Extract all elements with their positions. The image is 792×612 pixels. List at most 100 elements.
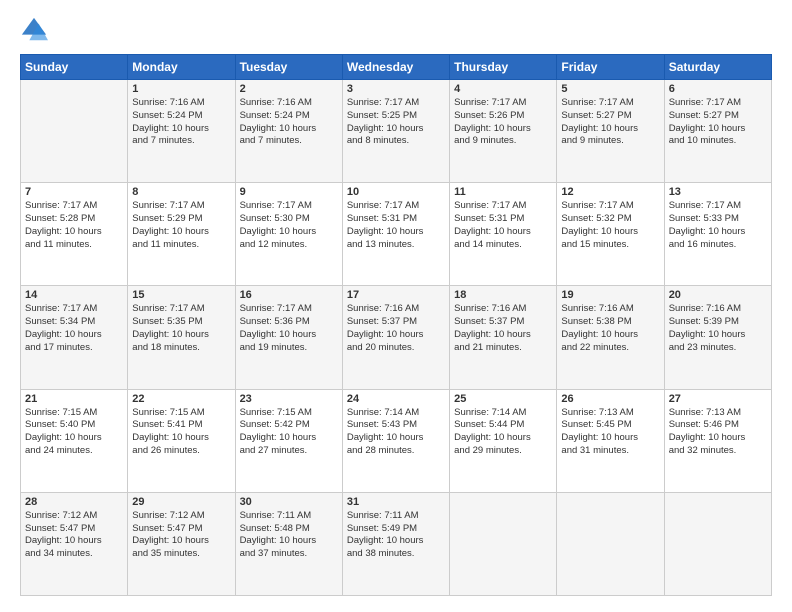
day-number: 12 — [561, 186, 659, 198]
header-cell-monday: Monday — [128, 55, 235, 80]
day-info: Sunrise: 7:13 AMSunset: 5:45 PMDaylight:… — [561, 407, 659, 458]
day-cell: 22 Sunrise: 7:15 AMSunset: 5:41 PMDayligh… — [128, 389, 235, 492]
day-cell: 18 Sunrise: 7:16 AMSunset: 5:37 PMDayligh… — [450, 286, 557, 389]
day-number: 15 — [132, 289, 230, 301]
day-number: 22 — [132, 393, 230, 405]
week-row-2: 7 Sunrise: 7:17 AMSunset: 5:28 PMDaylight… — [21, 183, 772, 286]
day-cell — [664, 492, 771, 595]
day-number: 17 — [347, 289, 445, 301]
logo-icon — [20, 16, 48, 44]
day-number: 1 — [132, 83, 230, 95]
day-info: Sunrise: 7:17 AMSunset: 5:34 PMDaylight:… — [25, 303, 123, 354]
header-cell-tuesday: Tuesday — [235, 55, 342, 80]
day-number: 27 — [669, 393, 767, 405]
day-number: 29 — [132, 496, 230, 508]
header-cell-saturday: Saturday — [664, 55, 771, 80]
day-cell: 23 Sunrise: 7:15 AMSunset: 5:42 PMDayligh… — [235, 389, 342, 492]
day-number: 13 — [669, 186, 767, 198]
week-row-5: 28 Sunrise: 7:12 AMSunset: 5:47 PMDayligh… — [21, 492, 772, 595]
day-number: 28 — [25, 496, 123, 508]
day-cell — [21, 80, 128, 183]
day-cell: 27 Sunrise: 7:13 AMSunset: 5:46 PMDayligh… — [664, 389, 771, 492]
day-number: 30 — [240, 496, 338, 508]
day-cell: 15 Sunrise: 7:17 AMSunset: 5:35 PMDayligh… — [128, 286, 235, 389]
day-cell: 11 Sunrise: 7:17 AMSunset: 5:31 PMDayligh… — [450, 183, 557, 286]
day-number: 16 — [240, 289, 338, 301]
day-cell: 19Sunrise: 7:16 AMSunset: 5:38 PMDayligh… — [557, 286, 664, 389]
day-cell: 28Sunrise: 7:12 AMSunset: 5:47 PMDayligh… — [21, 492, 128, 595]
day-info: Sunrise: 7:17 AMSunset: 5:36 PMDaylight:… — [240, 303, 338, 354]
day-info: Sunrise: 7:17 AMSunset: 5:27 PMDaylight:… — [669, 97, 767, 148]
day-info: Sunrise: 7:17 AMSunset: 5:28 PMDaylight:… — [25, 200, 123, 251]
day-cell: 29 Sunrise: 7:12 AMSunset: 5:47 PMDayligh… — [128, 492, 235, 595]
day-number: 31 — [347, 496, 445, 508]
day-info: Sunrise: 7:15 AMSunset: 5:42 PMDaylight:… — [240, 407, 338, 458]
day-cell: 12 Sunrise: 7:17 AMSunset: 5:32 PMDayligh… — [557, 183, 664, 286]
day-number: 11 — [454, 186, 552, 198]
week-row-4: 21Sunrise: 7:15 AMSunset: 5:40 PMDayligh… — [21, 389, 772, 492]
day-info: Sunrise: 7:17 AMSunset: 5:31 PMDaylight:… — [347, 200, 445, 251]
day-info: Sunrise: 7:15 AMSunset: 5:41 PMDaylight:… — [132, 407, 230, 458]
day-number: 4 — [454, 83, 552, 95]
day-cell: 6Sunrise: 7:17 AMSunset: 5:27 PMDaylight… — [664, 80, 771, 183]
day-info: Sunrise: 7:16 AMSunset: 5:37 PMDaylight:… — [454, 303, 552, 354]
day-cell: 26 Sunrise: 7:13 AMSunset: 5:45 PMDayligh… — [557, 389, 664, 492]
day-number: 5 — [561, 83, 659, 95]
day-info: Sunrise: 7:11 AMSunset: 5:49 PMDaylight:… — [347, 510, 445, 561]
day-number: 8 — [132, 186, 230, 198]
day-cell: 14Sunrise: 7:17 AMSunset: 5:34 PMDayligh… — [21, 286, 128, 389]
day-cell — [450, 492, 557, 595]
day-cell — [557, 492, 664, 595]
day-number: 26 — [561, 393, 659, 405]
day-info: Sunrise: 7:17 AMSunset: 5:32 PMDaylight:… — [561, 200, 659, 251]
header-cell-friday: Friday — [557, 55, 664, 80]
day-cell: 2Sunrise: 7:16 AMSunset: 5:24 PMDaylight… — [235, 80, 342, 183]
day-info: Sunrise: 7:14 AMSunset: 5:44 PMDaylight:… — [454, 407, 552, 458]
day-info: Sunrise: 7:17 AMSunset: 5:30 PMDaylight:… — [240, 200, 338, 251]
day-number: 18 — [454, 289, 552, 301]
day-number: 7 — [25, 186, 123, 198]
day-number: 20 — [669, 289, 767, 301]
day-cell: 1 Sunrise: 7:16 AMSunset: 5:24 PMDaylight… — [128, 80, 235, 183]
day-info: Sunrise: 7:17 AMSunset: 5:31 PMDaylight:… — [454, 200, 552, 251]
day-info: Sunrise: 7:16 AMSunset: 5:39 PMDaylight:… — [669, 303, 767, 354]
day-number: 23 — [240, 393, 338, 405]
day-cell: 8Sunrise: 7:17 AMSunset: 5:29 PMDaylight… — [128, 183, 235, 286]
day-cell: 25 Sunrise: 7:14 AMSunset: 5:44 PMDayligh… — [450, 389, 557, 492]
week-row-3: 14Sunrise: 7:17 AMSunset: 5:34 PMDayligh… — [21, 286, 772, 389]
day-cell: 30 Sunrise: 7:11 AMSunset: 5:48 PMDayligh… — [235, 492, 342, 595]
day-number: 2 — [240, 83, 338, 95]
day-info: Sunrise: 7:15 AMSunset: 5:40 PMDaylight:… — [25, 407, 123, 458]
day-number: 24 — [347, 393, 445, 405]
day-info: Sunrise: 7:13 AMSunset: 5:46 PMDaylight:… — [669, 407, 767, 458]
day-info: Sunrise: 7:16 AMSunset: 5:37 PMDaylight:… — [347, 303, 445, 354]
day-cell: 17 Sunrise: 7:16 AMSunset: 5:37 PMDayligh… — [342, 286, 449, 389]
day-info: Sunrise: 7:12 AMSunset: 5:47 PMDaylight:… — [132, 510, 230, 561]
day-info: Sunrise: 7:16 AMSunset: 5:24 PMDaylight:… — [132, 97, 230, 148]
day-cell: 21Sunrise: 7:15 AMSunset: 5:40 PMDayligh… — [21, 389, 128, 492]
day-info: Sunrise: 7:17 AMSunset: 5:35 PMDaylight:… — [132, 303, 230, 354]
day-cell: 24 Sunrise: 7:14 AMSunset: 5:43 PMDayligh… — [342, 389, 449, 492]
day-number: 10 — [347, 186, 445, 198]
header-cell-thursday: Thursday — [450, 55, 557, 80]
day-number: 3 — [347, 83, 445, 95]
header-cell-wednesday: Wednesday — [342, 55, 449, 80]
day-number: 19 — [561, 289, 659, 301]
day-cell: 31 Sunrise: 7:11 AMSunset: 5:49 PMDayligh… — [342, 492, 449, 595]
calendar-table: SundayMondayTuesdayWednesdayThursdayFrid… — [20, 54, 772, 596]
day-number: 25 — [454, 393, 552, 405]
page: SundayMondayTuesdayWednesdayThursdayFrid… — [0, 0, 792, 612]
logo — [20, 16, 52, 44]
day-info: Sunrise: 7:11 AMSunset: 5:48 PMDaylight:… — [240, 510, 338, 561]
day-info: Sunrise: 7:17 AMSunset: 5:25 PMDaylight:… — [347, 97, 445, 148]
day-info: Sunrise: 7:14 AMSunset: 5:43 PMDaylight:… — [347, 407, 445, 458]
day-cell: 7 Sunrise: 7:17 AMSunset: 5:28 PMDaylight… — [21, 183, 128, 286]
day-cell: 3 Sunrise: 7:17 AMSunset: 5:25 PMDaylight… — [342, 80, 449, 183]
day-info: Sunrise: 7:17 AMSunset: 5:27 PMDaylight:… — [561, 97, 659, 148]
header — [20, 16, 772, 44]
day-cell: 13Sunrise: 7:17 AMSunset: 5:33 PMDayligh… — [664, 183, 771, 286]
day-cell: 9 Sunrise: 7:17 AMSunset: 5:30 PMDaylight… — [235, 183, 342, 286]
header-cell-sunday: Sunday — [21, 55, 128, 80]
day-number: 9 — [240, 186, 338, 198]
day-cell: 10 Sunrise: 7:17 AMSunset: 5:31 PMDayligh… — [342, 183, 449, 286]
